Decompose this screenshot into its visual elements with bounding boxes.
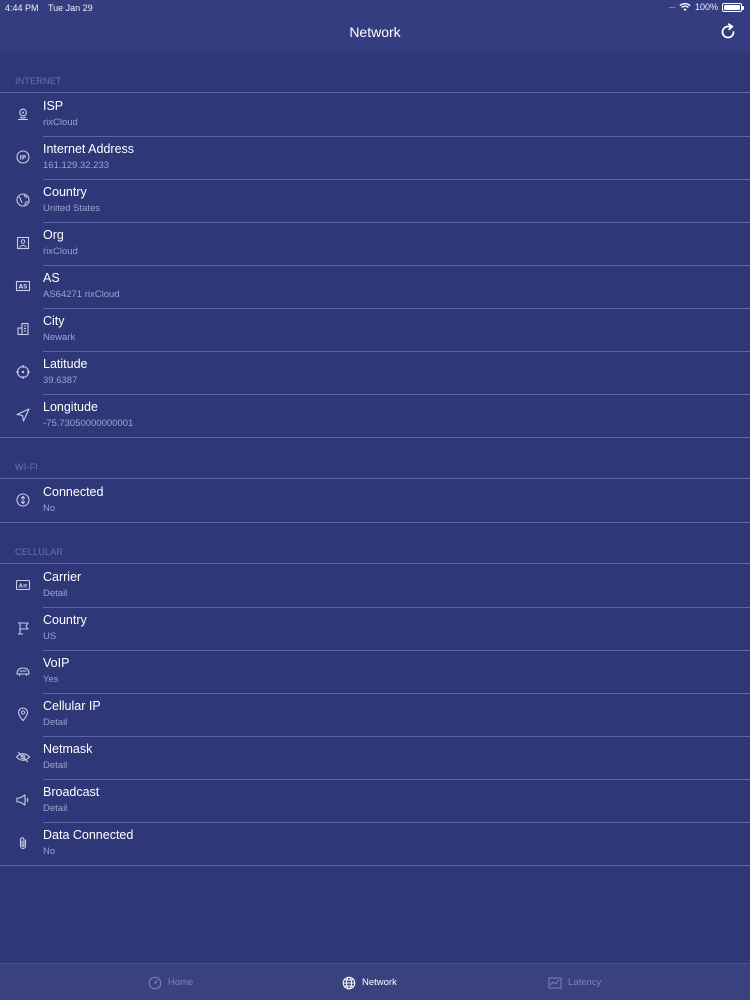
globe-icon xyxy=(16,193,30,207)
location-arrow-icon xyxy=(16,408,30,422)
speedometer-icon xyxy=(148,976,162,989)
status-date: Tue Jan 29 xyxy=(48,3,93,13)
row-title: Carrier xyxy=(43,570,82,584)
wifi-connected-icon xyxy=(16,493,30,507)
row-connected[interactable]: Connected No xyxy=(0,479,750,522)
eye-slash-icon xyxy=(15,751,31,763)
section-title: WI-FI xyxy=(15,462,38,472)
row-detail: United States xyxy=(43,203,101,214)
row-netmask[interactable]: Netmask Detail xyxy=(0,736,750,779)
row-title: Org xyxy=(43,228,64,242)
tab-label: Network xyxy=(362,977,397,988)
location-pin-icon xyxy=(17,707,29,722)
row-detail: Detail xyxy=(43,588,68,599)
row-latitude[interactable]: Latitude 39.6387 xyxy=(0,351,750,394)
row-broadcast[interactable]: Broadcast Detail xyxy=(0,779,750,822)
section-header-wifi: WI-FI xyxy=(0,438,750,478)
row-isp[interactable]: ISP rixCloud xyxy=(0,93,750,136)
row-detail: rixCloud xyxy=(43,246,78,257)
status-bar: 4:44 PM Tue Jan 29 ···· 100% xyxy=(0,0,750,16)
row-cellular-ip[interactable]: Cellular IP Detail xyxy=(0,693,750,736)
row-detail: Detail xyxy=(43,760,68,771)
row-detail: Detail xyxy=(43,717,68,728)
row-detail: Newark xyxy=(43,332,76,343)
row-detail: US xyxy=(43,631,57,642)
row-detail: Detail xyxy=(43,803,68,814)
wifi-group: Connected No xyxy=(0,478,750,523)
internet-group: ISP rixCloud IP Internet Address 161.129… xyxy=(0,92,750,438)
row-title: Country xyxy=(43,613,87,627)
tab-bar: Home Network Latency xyxy=(0,963,750,1000)
ip-icon: IP xyxy=(16,150,30,164)
signal-dots-icon: ···· xyxy=(668,2,676,12)
row-city[interactable]: City Newark xyxy=(0,308,750,351)
voip-icon xyxy=(16,667,30,676)
row-title: Cellular IP xyxy=(43,699,101,713)
battery-percent: 100% xyxy=(694,2,718,12)
row-data-connected[interactable]: Data Connected No xyxy=(0,822,750,865)
svg-text:AS: AS xyxy=(19,284,28,291)
row-title: Netmask xyxy=(43,742,93,756)
battery-icon xyxy=(722,2,744,12)
row-org[interactable]: Org rixCloud xyxy=(0,222,750,265)
tab-label: Home xyxy=(168,977,194,988)
row-title: ISP xyxy=(43,99,64,113)
status-time: 4:44 PM xyxy=(5,3,39,13)
flag-icon xyxy=(18,622,29,635)
globe-icon xyxy=(342,976,356,989)
row-title: Data Connected xyxy=(43,828,134,842)
row-title: AS xyxy=(43,271,60,285)
carrier-icon: A≡ xyxy=(15,579,31,591)
row-longitude[interactable]: Longitude -75.73050000000001 xyxy=(0,394,750,437)
tab-home[interactable]: Home xyxy=(148,964,193,1000)
paperclip-icon xyxy=(19,837,27,850)
chart-icon xyxy=(548,977,562,988)
row-detail: 161.129.32.233 xyxy=(43,160,110,171)
city-icon xyxy=(17,322,29,336)
section-title: INTERNET xyxy=(15,76,62,86)
page-title: Network xyxy=(349,24,401,40)
tab-network[interactable]: Network xyxy=(342,964,397,1000)
navigation-bar: 4:44 PM Tue Jan 29 ···· 100% Network xyxy=(0,0,750,52)
row-internet-address[interactable]: IP Internet Address 161.129.32.233 xyxy=(0,136,750,179)
network-list: INTERNET ISP rixCloud IP Internet Addres… xyxy=(0,52,750,866)
row-title: Broadcast xyxy=(43,785,100,799)
org-icon xyxy=(16,236,30,250)
row-country[interactable]: Country United States xyxy=(0,179,750,222)
broadcast-icon xyxy=(16,794,29,806)
section-header-cellular: CELLULAR xyxy=(0,523,750,563)
refresh-icon[interactable] xyxy=(718,22,738,42)
section-title: CELLULAR xyxy=(15,547,64,557)
crosshair-icon xyxy=(16,365,30,379)
svg-text:A≡: A≡ xyxy=(19,583,28,589)
status-right: ···· 100% xyxy=(668,2,744,12)
row-title: Longitude xyxy=(43,400,98,414)
row-title: Internet Address xyxy=(43,142,135,156)
tab-latency[interactable]: Latency xyxy=(548,964,601,1000)
row-title: Connected xyxy=(43,485,104,499)
row-detail: rixCloud xyxy=(43,117,78,128)
row-title: Latitude xyxy=(43,357,88,371)
row-detail: -75.73050000000001 xyxy=(43,418,134,429)
row-detail: No xyxy=(43,846,56,857)
wifi-signal-icon xyxy=(679,3,691,11)
row-detail: 39.6387 xyxy=(43,375,78,386)
section-header-internet: INTERNET xyxy=(0,52,750,92)
row-detail: AS64271 rixCloud xyxy=(43,289,120,300)
as-icon: AS xyxy=(15,280,31,292)
isp-icon xyxy=(18,108,28,121)
cellular-group: A≡ Carrier Detail Country US VoIP Yes Ce… xyxy=(0,563,750,866)
row-detail: No xyxy=(43,503,56,514)
tab-label: Latency xyxy=(568,977,602,988)
row-title: Country xyxy=(43,185,87,199)
row-detail: Yes xyxy=(43,674,59,685)
row-as[interactable]: AS AS AS64271 rixCloud xyxy=(0,265,750,308)
row-title: City xyxy=(43,314,65,328)
svg-text:IP: IP xyxy=(20,154,27,161)
row-cellular-country[interactable]: Country US xyxy=(0,607,750,650)
row-voip[interactable]: VoIP Yes xyxy=(0,650,750,693)
row-title: VoIP xyxy=(43,656,70,670)
row-carrier[interactable]: A≡ Carrier Detail xyxy=(0,564,750,607)
